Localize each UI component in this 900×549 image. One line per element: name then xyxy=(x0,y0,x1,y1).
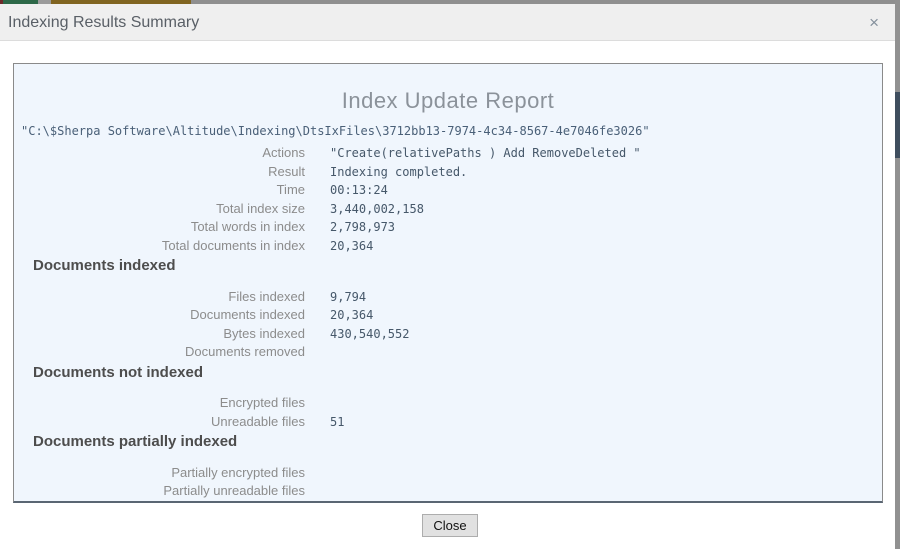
row-label: Documents removed xyxy=(14,343,305,362)
section-header-documents-indexed: Documents indexed xyxy=(14,257,882,276)
section-header-documents-partially-indexed: Documents partially indexed xyxy=(14,433,882,452)
close-icon[interactable]: × xyxy=(869,4,879,41)
row-value: 9,794 xyxy=(330,288,366,307)
row-partially-unreadable-files: Partially unreadable files xyxy=(14,482,882,501)
row-documents-indexed: Documents indexed 20,364 xyxy=(14,306,882,325)
row-label: Files indexed xyxy=(14,288,305,307)
row-label: Time xyxy=(14,181,305,200)
row-value: 430,540,552 xyxy=(330,325,409,344)
row-label: Total index size xyxy=(14,200,305,219)
row-value: Indexing completed. xyxy=(330,163,467,182)
scrollbar[interactable] xyxy=(895,0,900,549)
close-button[interactable]: Close xyxy=(422,514,477,537)
scrollbar-thumb[interactable] xyxy=(895,92,900,158)
dialog-window: Indexing Results Summary × Index Update … xyxy=(0,0,900,549)
row-bytes-indexed: Bytes indexed 430,540,552 xyxy=(14,325,882,344)
row-label: Partially unreadable files xyxy=(14,482,305,501)
row-unreadable-files: Unreadable files 51 xyxy=(14,413,882,432)
row-total-index-size: Total index size 3,440,002,158 xyxy=(14,200,882,219)
index-path: "C:\$Sherpa Software\Altitude\Indexing\D… xyxy=(14,123,882,140)
dialog-titlebar: Indexing Results Summary × xyxy=(0,4,897,41)
row-value: 2,798,973 xyxy=(330,218,395,237)
row-value: 51 xyxy=(330,413,344,432)
row-value: 3,440,002,158 xyxy=(330,200,424,219)
report-title: Index Update Report xyxy=(14,64,882,114)
row-value: 00:13:24 xyxy=(330,181,388,200)
row-files-indexed: Files indexed 9,794 xyxy=(14,288,882,307)
row-label: Documents indexed xyxy=(14,306,305,325)
dialog-footer: Close xyxy=(0,514,900,537)
row-label: Partially encrypted files xyxy=(14,464,305,483)
row-total-documents-in-index: Total documents in index 20,364 xyxy=(14,237,882,256)
row-label: Encrypted files xyxy=(14,394,305,413)
dialog-title: Indexing Results Summary xyxy=(8,4,199,41)
row-label: Total words in index xyxy=(14,218,305,237)
row-label: Unreadable files xyxy=(14,413,305,432)
row-label: Result xyxy=(14,163,305,182)
row-value: "Create(relativePaths ) Add RemoveDelete… xyxy=(330,144,641,163)
row-documents-removed: Documents removed xyxy=(14,343,882,362)
row-result: Result Indexing completed. xyxy=(14,163,882,182)
row-value: 20,364 xyxy=(330,237,373,256)
row-encrypted-files: Encrypted files xyxy=(14,394,882,413)
report-rows: Actions "Create(relativePaths ) Add Remo… xyxy=(14,144,882,501)
row-time: Time 00:13:24 xyxy=(14,181,882,200)
section-header-documents-not-indexed: Documents not indexed xyxy=(14,364,882,383)
row-total-words-in-index: Total words in index 2,798,973 xyxy=(14,218,882,237)
row-label: Actions xyxy=(14,144,305,163)
row-partially-encrypted-files: Partially encrypted files xyxy=(14,464,882,483)
row-value: 20,364 xyxy=(330,306,373,325)
row-label: Total documents in index xyxy=(14,237,305,256)
report-panel: Index Update Report "C:\$Sherpa Software… xyxy=(13,63,883,503)
row-actions: Actions "Create(relativePaths ) Add Remo… xyxy=(14,144,882,163)
row-label: Bytes indexed xyxy=(14,325,305,344)
